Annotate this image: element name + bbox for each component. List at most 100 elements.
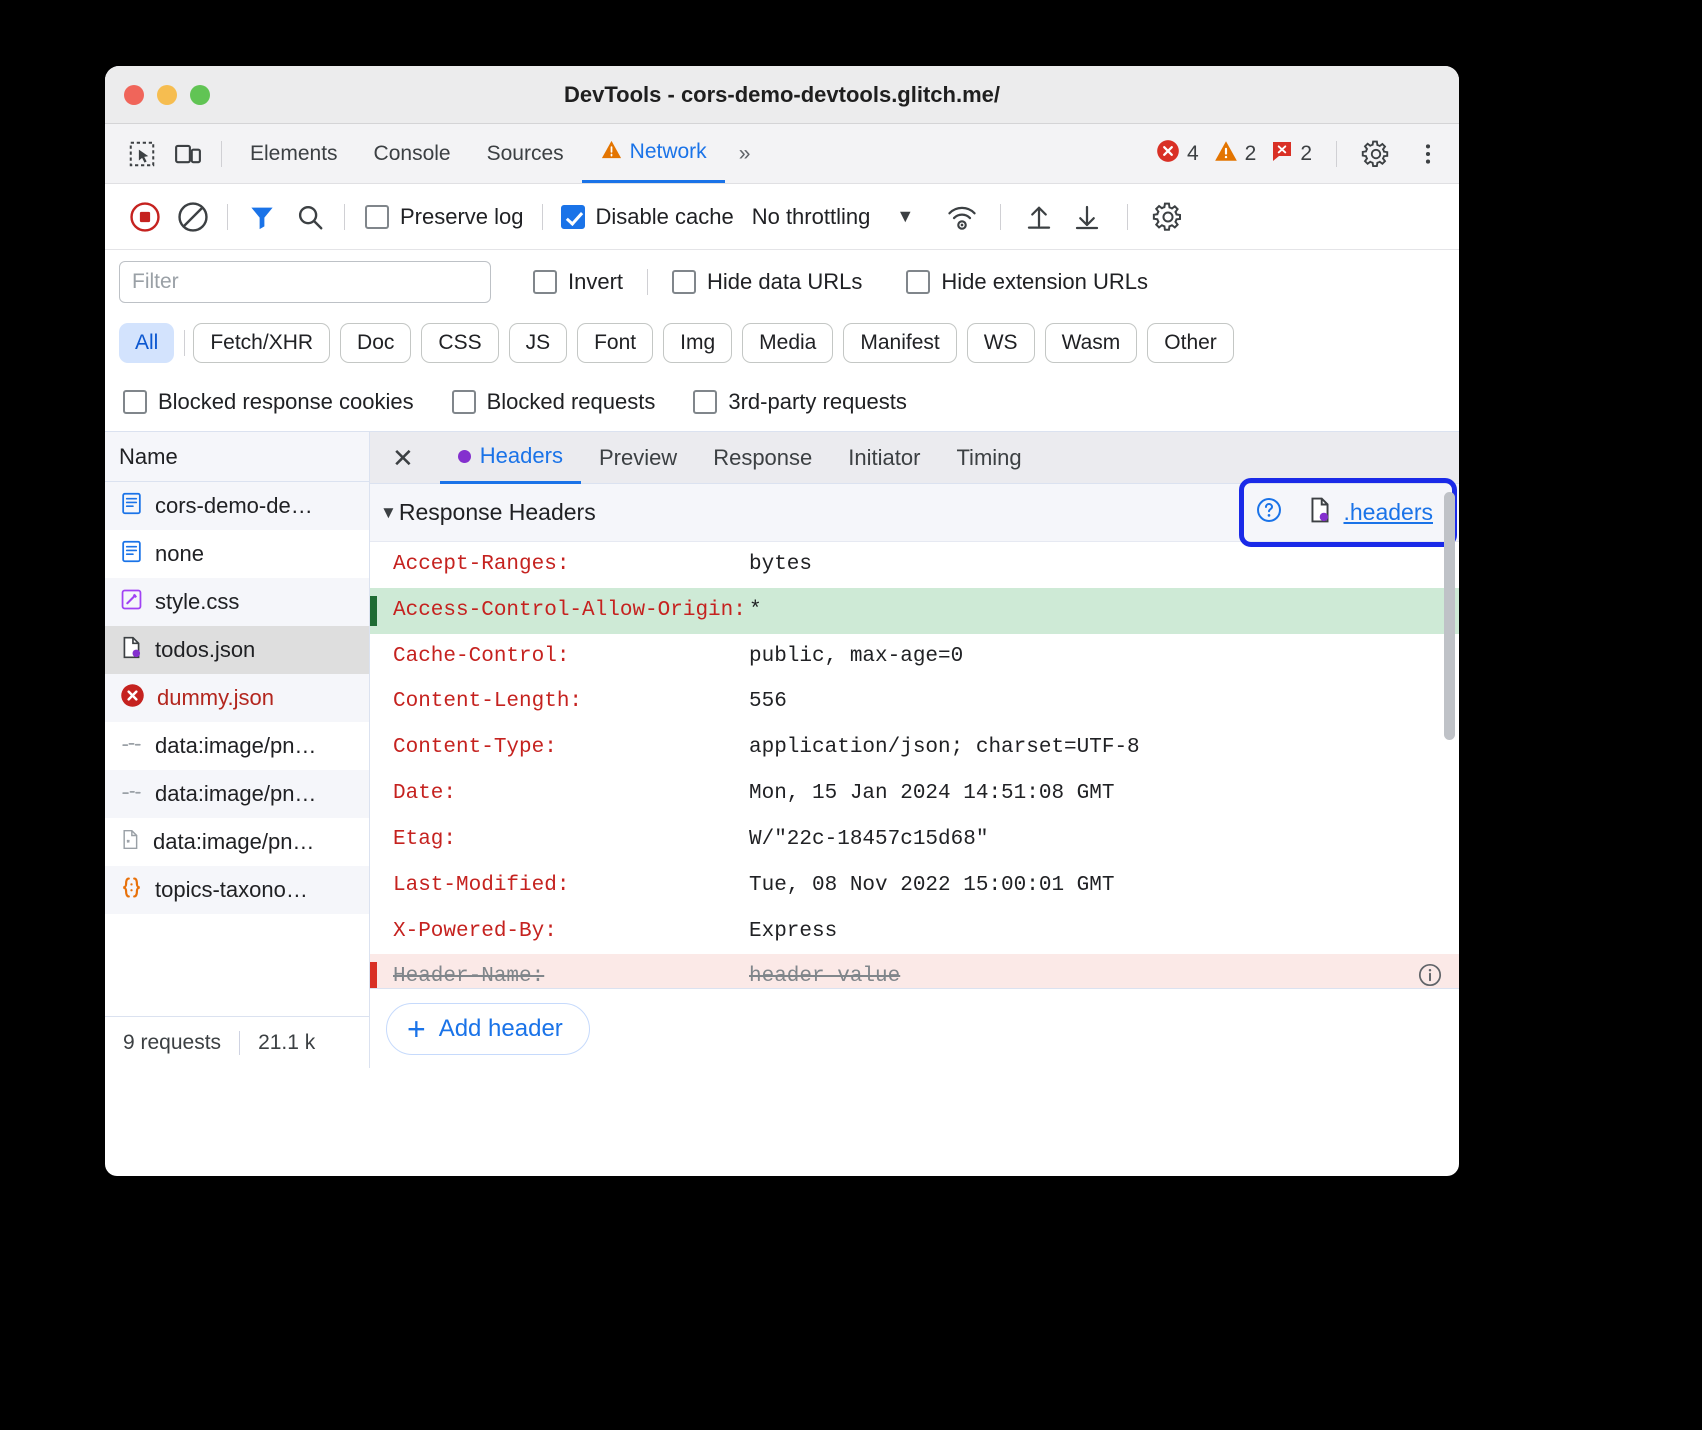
- header-value[interactable]: header value: [749, 962, 1417, 988]
- chip-ws[interactable]: WS: [967, 323, 1035, 363]
- third-party-requests-checkbox[interactable]: 3rd-party requests: [693, 389, 907, 415]
- search-icon[interactable]: [286, 193, 334, 241]
- header-name[interactable]: Etag:: [377, 825, 749, 855]
- header-row[interactable]: Accept-Ranges: bytes: [370, 542, 1459, 588]
- hide-data-urls-checkbox[interactable]: Hide data URLs: [672, 269, 862, 295]
- preserve-log-box[interactable]: [365, 205, 389, 229]
- header-value[interactable]: public, max-age=0: [749, 642, 1459, 672]
- funnel-filter-icon[interactable]: [238, 193, 286, 241]
- chip-other[interactable]: Other: [1147, 323, 1234, 363]
- tab-initiator[interactable]: Initiator: [830, 432, 938, 484]
- header-value[interactable]: *: [749, 596, 1459, 626]
- table-row[interactable]: todos.json: [105, 626, 369, 674]
- headers-override-file-link[interactable]: .headers: [1297, 492, 1443, 533]
- chip-all[interactable]: All: [119, 323, 174, 363]
- main-tab-network[interactable]: Network: [582, 125, 725, 183]
- chip-js[interactable]: JS: [509, 323, 568, 363]
- chip-fetch-xhr[interactable]: Fetch/XHR: [193, 323, 330, 363]
- blocked-requests-checkbox[interactable]: Blocked requests: [452, 389, 656, 415]
- device-toolbar-icon[interactable]: [165, 133, 211, 175]
- detail-scrollbar[interactable]: [1444, 492, 1455, 740]
- header-name[interactable]: Access-Control-Allow-Origin:: [377, 596, 749, 626]
- header-name[interactable]: Accept-Ranges:: [377, 550, 749, 580]
- invert-checkbox[interactable]: Invert: [533, 269, 623, 295]
- minimize-window-button[interactable]: [157, 85, 177, 105]
- header-row[interactable]: Cache-Control: public, max-age=0: [370, 634, 1459, 680]
- error-counter[interactable]: 4: [1155, 138, 1199, 170]
- header-value[interactable]: 556: [749, 687, 1459, 717]
- hide-extension-urls-box[interactable]: [906, 270, 930, 294]
- header-name[interactable]: X-Powered-By:: [377, 917, 749, 947]
- tab-headers[interactable]: Headers: [440, 432, 581, 484]
- close-window-button[interactable]: [124, 85, 144, 105]
- header-name[interactable]: Content-Type:: [377, 733, 749, 763]
- header-row[interactable]: Last-Modified: Tue, 08 Nov 2022 15:00:01…: [370, 863, 1459, 909]
- preserve-log-checkbox[interactable]: Preserve log: [365, 204, 524, 230]
- table-row[interactable]: style.css: [105, 578, 369, 626]
- chip-doc[interactable]: Doc: [340, 323, 411, 363]
- table-row[interactable]: dummy.json: [105, 674, 369, 722]
- hide-extension-urls-checkbox[interactable]: Hide extension URLs: [906, 269, 1148, 295]
- chip-manifest[interactable]: Manifest: [843, 323, 956, 363]
- header-row[interactable]: Etag: W/"22c-18457c15d68": [370, 817, 1459, 863]
- header-value[interactable]: W/"22c-18457c15d68": [749, 825, 1459, 855]
- tab-timing[interactable]: Timing: [938, 432, 1039, 484]
- header-value[interactable]: application/json; charset=UTF-8: [749, 733, 1459, 763]
- header-value[interactable]: Express: [749, 917, 1459, 947]
- main-tab-sources[interactable]: Sources: [469, 125, 582, 183]
- header-row[interactable]: Date: Mon, 15 Jan 2024 14:51:08 GMT: [370, 771, 1459, 817]
- hide-data-urls-box[interactable]: [672, 270, 696, 294]
- close-icon[interactable]: ✕: [392, 445, 414, 471]
- upload-har-icon[interactable]: [1015, 193, 1063, 241]
- warning-counter[interactable]: 2: [1213, 138, 1257, 170]
- header-name[interactable]: Last-Modified:: [377, 871, 749, 901]
- request-list-column-header[interactable]: Name: [105, 432, 369, 482]
- header-name[interactable]: Date:: [377, 779, 749, 809]
- third-party-requests-box[interactable]: [693, 390, 717, 414]
- table-row[interactable]: data:image/pn…: [105, 818, 369, 866]
- main-tab-console[interactable]: Console: [356, 125, 469, 183]
- gear-icon[interactable]: [1353, 133, 1399, 175]
- header-row[interactable]: Content-Length: 556: [370, 679, 1459, 725]
- info-icon[interactable]: [1417, 962, 1443, 988]
- disclosure-triangle-icon[interactable]: ▼: [380, 503, 397, 523]
- main-tab-elements[interactable]: Elements: [232, 125, 356, 183]
- download-har-icon[interactable]: [1063, 193, 1111, 241]
- table-row[interactable]: topics-taxono…: [105, 866, 369, 914]
- chip-img[interactable]: Img: [663, 323, 732, 363]
- table-row[interactable]: data:image/pn…: [105, 722, 369, 770]
- help-circle-icon[interactable]: [1255, 496, 1283, 529]
- blocked-response-cookies-box[interactable]: [123, 390, 147, 414]
- chevron-down-icon[interactable]: ▼: [896, 206, 914, 227]
- header-row-removed[interactable]: Header-Name: header value: [370, 954, 1459, 988]
- throttling-select[interactable]: No throttling: [752, 204, 871, 230]
- chip-css[interactable]: CSS: [421, 323, 498, 363]
- header-row[interactable]: Access-Control-Allow-Origin: *: [370, 588, 1459, 634]
- disable-cache-box[interactable]: [561, 205, 585, 229]
- add-header-button[interactable]: + Add header: [386, 1003, 590, 1055]
- header-row[interactable]: X-Powered-By: Express: [370, 909, 1459, 955]
- invert-box[interactable]: [533, 270, 557, 294]
- blocked-requests-box[interactable]: [452, 390, 476, 414]
- network-conditions-icon[interactable]: [938, 193, 986, 241]
- header-value[interactable]: Mon, 15 Jan 2024 14:51:08 GMT: [749, 779, 1459, 809]
- kebab-menu-icon[interactable]: [1405, 133, 1451, 175]
- record-stop-icon[interactable]: [121, 193, 169, 241]
- chip-font[interactable]: Font: [577, 323, 653, 363]
- table-row[interactable]: cors-demo-de…: [105, 482, 369, 530]
- chip-wasm[interactable]: Wasm: [1045, 323, 1138, 363]
- header-name[interactable]: Cache-Control:: [377, 642, 749, 672]
- tab-response[interactable]: Response: [695, 432, 830, 484]
- disable-cache-checkbox[interactable]: Disable cache: [561, 204, 734, 230]
- zoom-window-button[interactable]: [190, 85, 210, 105]
- filter-input[interactable]: [119, 261, 491, 303]
- header-value[interactable]: bytes: [749, 550, 1459, 580]
- table-row[interactable]: none: [105, 530, 369, 578]
- chip-media[interactable]: Media: [742, 323, 833, 363]
- inspect-element-icon[interactable]: [119, 133, 165, 175]
- clear-icon[interactable]: [169, 193, 217, 241]
- main-tabs-overflow-icon[interactable]: »: [725, 142, 765, 166]
- tab-preview[interactable]: Preview: [581, 432, 695, 484]
- header-row[interactable]: Content-Type: application/json; charset=…: [370, 725, 1459, 771]
- header-name[interactable]: Content-Length:: [377, 687, 749, 717]
